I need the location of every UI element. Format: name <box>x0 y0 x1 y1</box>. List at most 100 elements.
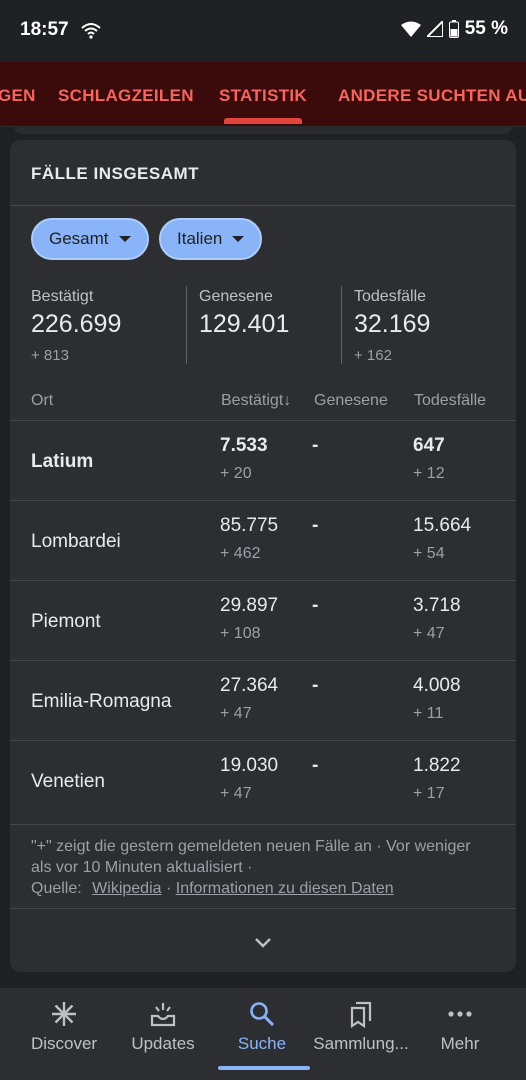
row-todesfaelle: 3.718 <box>413 595 461 616</box>
search-icon <box>250 1002 275 1027</box>
dropdown-caret-icon <box>118 236 131 242</box>
summary-label: Genesene <box>199 288 273 305</box>
tab-schlagzeilen[interactable]: SCHLAGZEILEN <box>58 86 194 106</box>
bookmarks-icon <box>350 1001 372 1028</box>
data-info-link[interactable]: Informationen zu diesen Daten <box>176 880 394 897</box>
row-bestaetigt-delta: + 47 <box>220 705 252 722</box>
updates-tray-icon <box>150 1003 176 1027</box>
summary-separator <box>186 286 187 364</box>
summary-todesfaelle: Todesfälle 32.169 + 162 <box>354 288 430 364</box>
row-todesfaelle: 647 <box>413 435 445 456</box>
tab-bar: GEN SCHLAGZEILEN STATISTIK ANDERE SUCHTE… <box>0 62 526 127</box>
row-genesene: - <box>312 675 319 696</box>
summary-delta: + 813 <box>31 347 69 364</box>
more-dots-icon <box>448 1011 472 1017</box>
summary-label: Bestätigt <box>31 288 94 305</box>
summary-value: 32.169 <box>354 310 431 338</box>
row-todesfaelle-delta: + 47 <box>413 625 445 642</box>
summary-label: Todesfälle <box>354 288 427 305</box>
separator-dot: · <box>165 880 176 897</box>
summary-value: 129.401 <box>199 310 290 338</box>
row-genesene: - <box>312 515 319 536</box>
filter-chip-italien[interactable]: Italien <box>159 218 263 260</box>
row-ort: Latium <box>31 451 94 472</box>
status-bar: 18:57 55 % <box>0 0 526 62</box>
row-todesfaelle: 4.008 <box>413 675 461 696</box>
nav-active-indicator <box>218 1066 310 1070</box>
row-bestaetigt: 19.030 <box>220 755 279 776</box>
table-row[interactable]: Latium 7.533 + 20 - 647 + 12 <box>10 421 516 501</box>
row-todesfaelle: 1.822 <box>413 755 461 776</box>
wifi-icon <box>400 21 421 37</box>
table-row[interactable]: Venetien 19.030 + 47 - 1.822 + 17 <box>10 741 516 821</box>
table-row[interactable]: Emilia-Romagna 27.364 + 47 - 4.008 + 11 <box>10 661 516 741</box>
row-todesfaelle: 15.664 <box>413 515 472 536</box>
nav-label: Sammlung... <box>313 1034 409 1053</box>
fritz-wifi-icon <box>81 23 101 39</box>
column-header-todesfaelle[interactable]: Todesfälle <box>414 392 486 410</box>
previous-card-edge <box>14 126 512 134</box>
cases-card: FÄLLE INSGESAMT Gesamt Italien Bestätigt… <box>10 140 516 972</box>
row-ort: Emilia-Romagna <box>31 691 172 712</box>
source-label: Quelle: <box>31 880 82 897</box>
row-bestaetigt-delta: + 108 <box>220 625 261 642</box>
nav-updates[interactable]: Updates <box>113 1000 213 1054</box>
nav-suche[interactable]: Suche <box>212 1000 312 1054</box>
chip-label: Italien <box>177 229 223 248</box>
row-ort: Lombardei <box>31 531 121 552</box>
wikipedia-link[interactable]: Wikipedia <box>92 880 161 897</box>
battery-icon <box>448 20 459 38</box>
nav-label: Updates <box>131 1034 195 1053</box>
tab-active-indicator <box>224 118 302 124</box>
table-row[interactable]: Piemont 29.897 + 108 - 3.718 + 47 <box>10 581 516 661</box>
nav-sammlungen[interactable]: Sammlung... <box>311 1000 411 1054</box>
summary-genesene: Genesene 129.401 <box>199 288 289 347</box>
status-time: 18:57 <box>20 19 69 40</box>
row-todesfaelle-delta: + 54 <box>413 545 445 562</box>
row-todesfaelle-delta: + 12 <box>413 465 445 482</box>
footnote-text: "+" zeigt die gestern gemeldeten neuen F… <box>31 838 471 876</box>
row-ort: Venetien <box>31 771 105 792</box>
card-title: FÄLLE INSGESAMT <box>31 164 200 183</box>
row-genesene: - <box>312 435 319 456</box>
footnote: "+" zeigt die gestern gemeldeten neuen F… <box>31 836 491 899</box>
chevron-down-icon[interactable] <box>253 936 273 950</box>
table-row[interactable]: Lombardei 85.775 + 462 - 15.664 + 54 <box>10 501 516 581</box>
dropdown-caret-icon <box>232 236 245 242</box>
tab-statistik[interactable]: STATISTIK <box>219 86 307 106</box>
divider <box>10 205 516 206</box>
row-divider <box>10 824 516 825</box>
divider <box>10 908 516 909</box>
summary-separator <box>341 286 342 364</box>
column-header-genesene[interactable]: Genesene <box>314 392 388 410</box>
row-todesfaelle-delta: + 17 <box>413 785 445 802</box>
chip-label: Gesamt <box>49 229 109 248</box>
nav-mehr[interactable]: Mehr <box>410 1000 510 1054</box>
nav-label: Mehr <box>440 1034 480 1053</box>
row-todesfaelle-delta: + 11 <box>413 705 444 722</box>
nav-label: Discover <box>30 1034 98 1053</box>
summary-delta: + 162 <box>354 347 392 364</box>
summary-value: 226.699 <box>31 310 122 338</box>
filter-chip-gesamt[interactable]: Gesamt <box>31 218 149 260</box>
row-bestaetigt-delta: + 47 <box>220 785 252 802</box>
row-ort: Piemont <box>31 611 101 632</box>
signal-icon <box>426 21 443 37</box>
row-bestaetigt: 27.364 <box>220 675 279 696</box>
summary-bestaetigt: Bestätigt 226.699 + 813 <box>31 288 121 364</box>
row-bestaetigt: 7.533 <box>220 435 268 456</box>
tab-gen[interactable]: GEN <box>0 86 36 106</box>
row-bestaetigt: 29.897 <box>220 595 279 616</box>
nav-label: Suche <box>237 1034 287 1053</box>
column-header-ort[interactable]: Ort <box>31 392 53 410</box>
tab-andere-suchten[interactable]: ANDERE SUCHTEN AU <box>338 86 526 106</box>
nav-discover[interactable]: Discover <box>14 1000 114 1054</box>
column-header-bestaetigt[interactable]: Bestätigt↓ <box>221 392 291 410</box>
row-genesene: - <box>312 595 319 616</box>
battery-percent: 55 % <box>464 18 508 39</box>
row-genesene: - <box>312 755 319 776</box>
asterisk-icon <box>52 1002 76 1026</box>
row-bestaetigt-delta: + 462 <box>220 545 261 562</box>
row-bestaetigt-delta: + 20 <box>220 465 252 482</box>
status-right: 55 % <box>400 18 508 40</box>
